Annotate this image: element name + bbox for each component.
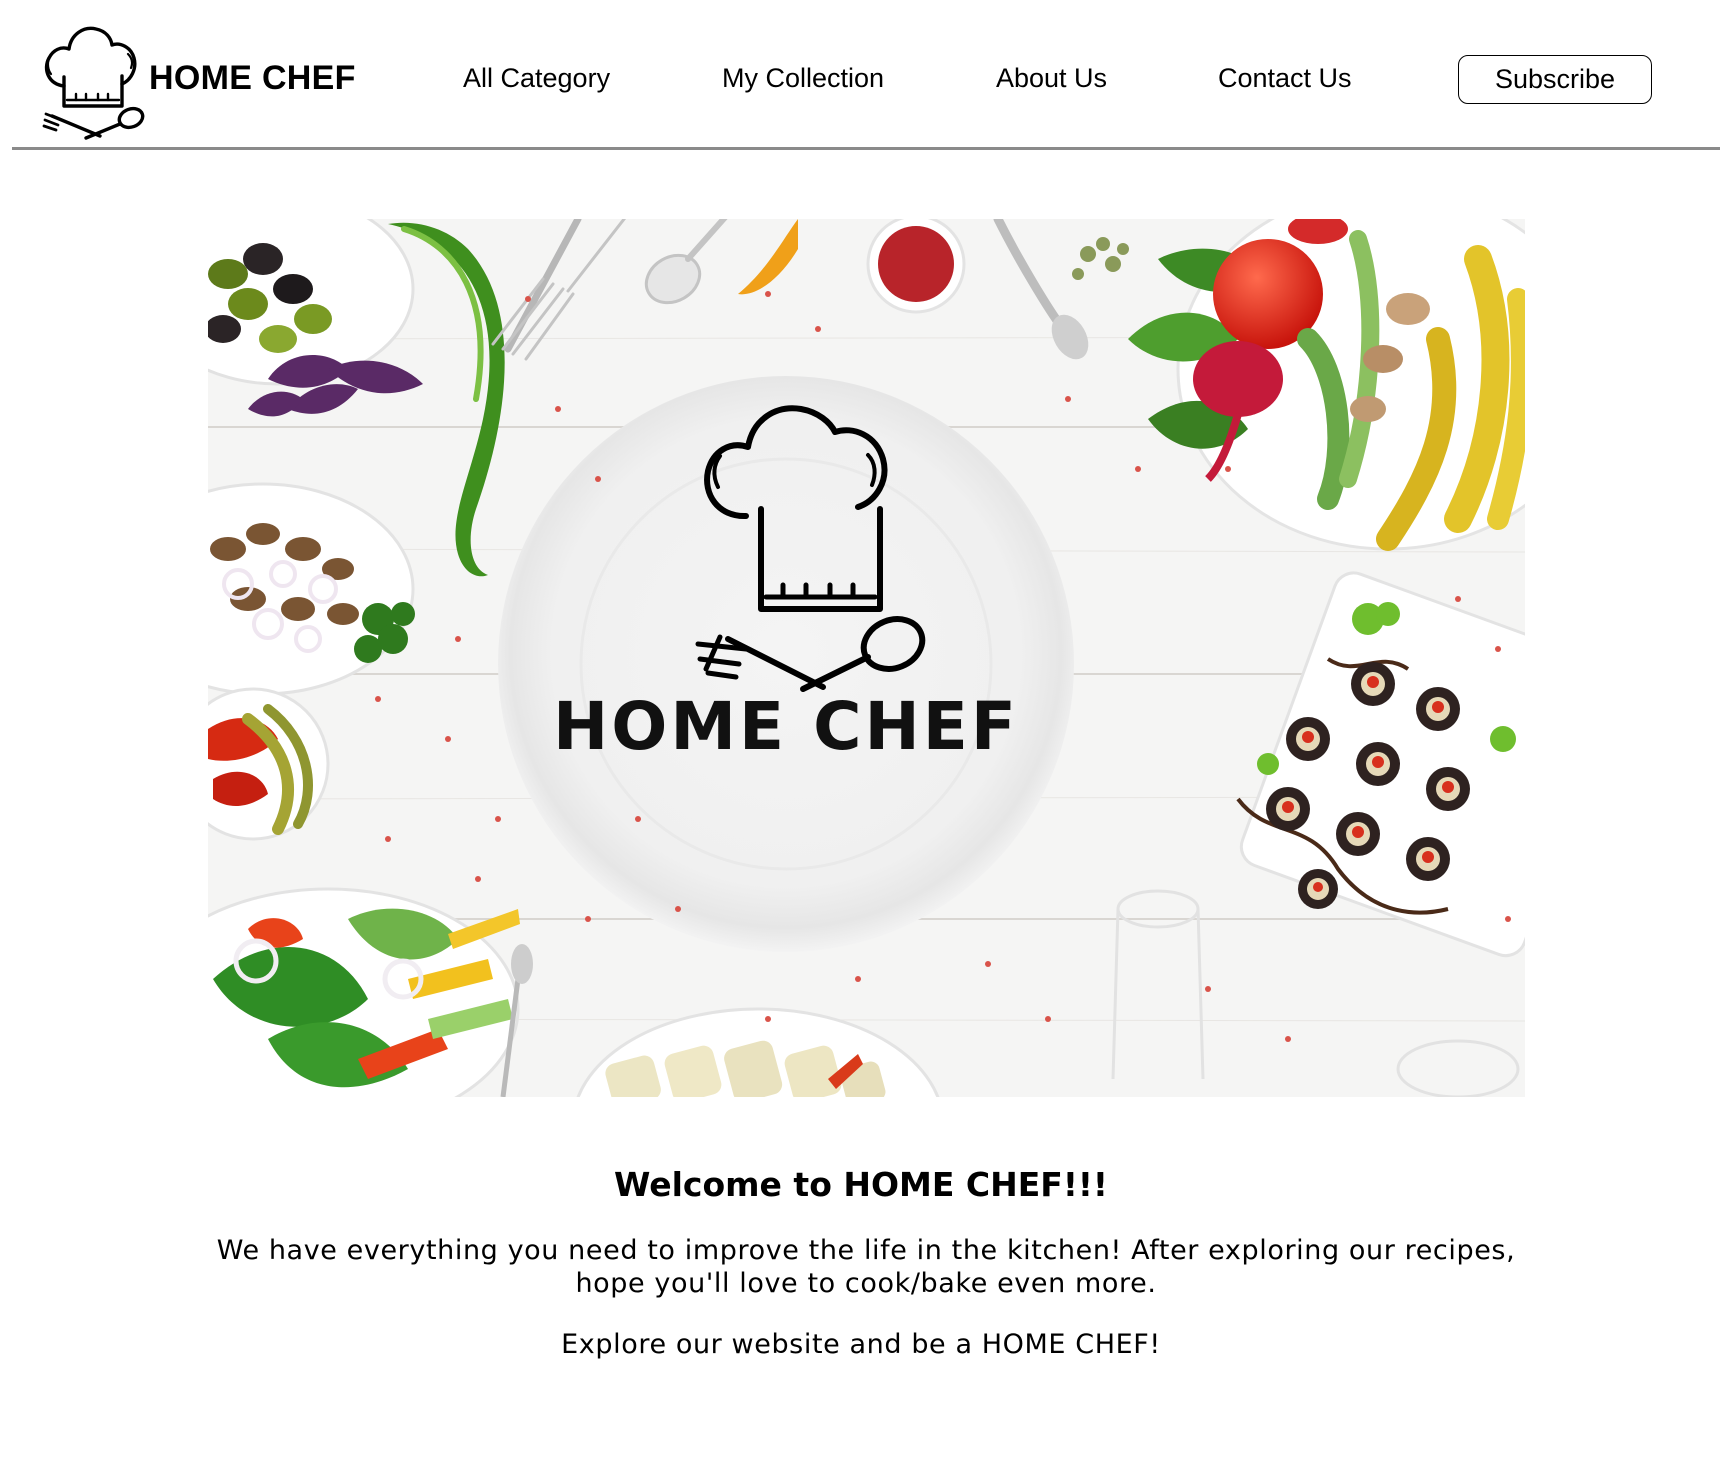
nav-link-my-collection[interactable]: My Collection [722,62,884,94]
hero-banner-image: HOME CHEF [208,219,1525,1097]
site-header: HOME CHEF All Category My Collection Abo… [0,0,1722,150]
brand-name[interactable]: HOME CHEF [149,58,356,98]
welcome-heading: Welcome to HOME CHEF!!! [614,1165,1108,1204]
nav-link-about-us[interactable]: About Us [996,62,1107,94]
intro-tagline: Explore our website and be a HOME CHEF! [561,1329,1161,1360]
hero-logo-text: HOME CHEF [553,688,1019,765]
intro-description: We have everything you need to improve t… [216,1235,1516,1299]
subscribe-button[interactable]: Subscribe [1458,55,1652,104]
nav-link-all-category[interactable]: All Category [463,62,610,94]
header-divider [12,147,1720,150]
chef-hat-logo-icon[interactable] [40,14,146,140]
nav-link-contact-us[interactable]: Contact Us [1218,62,1352,94]
